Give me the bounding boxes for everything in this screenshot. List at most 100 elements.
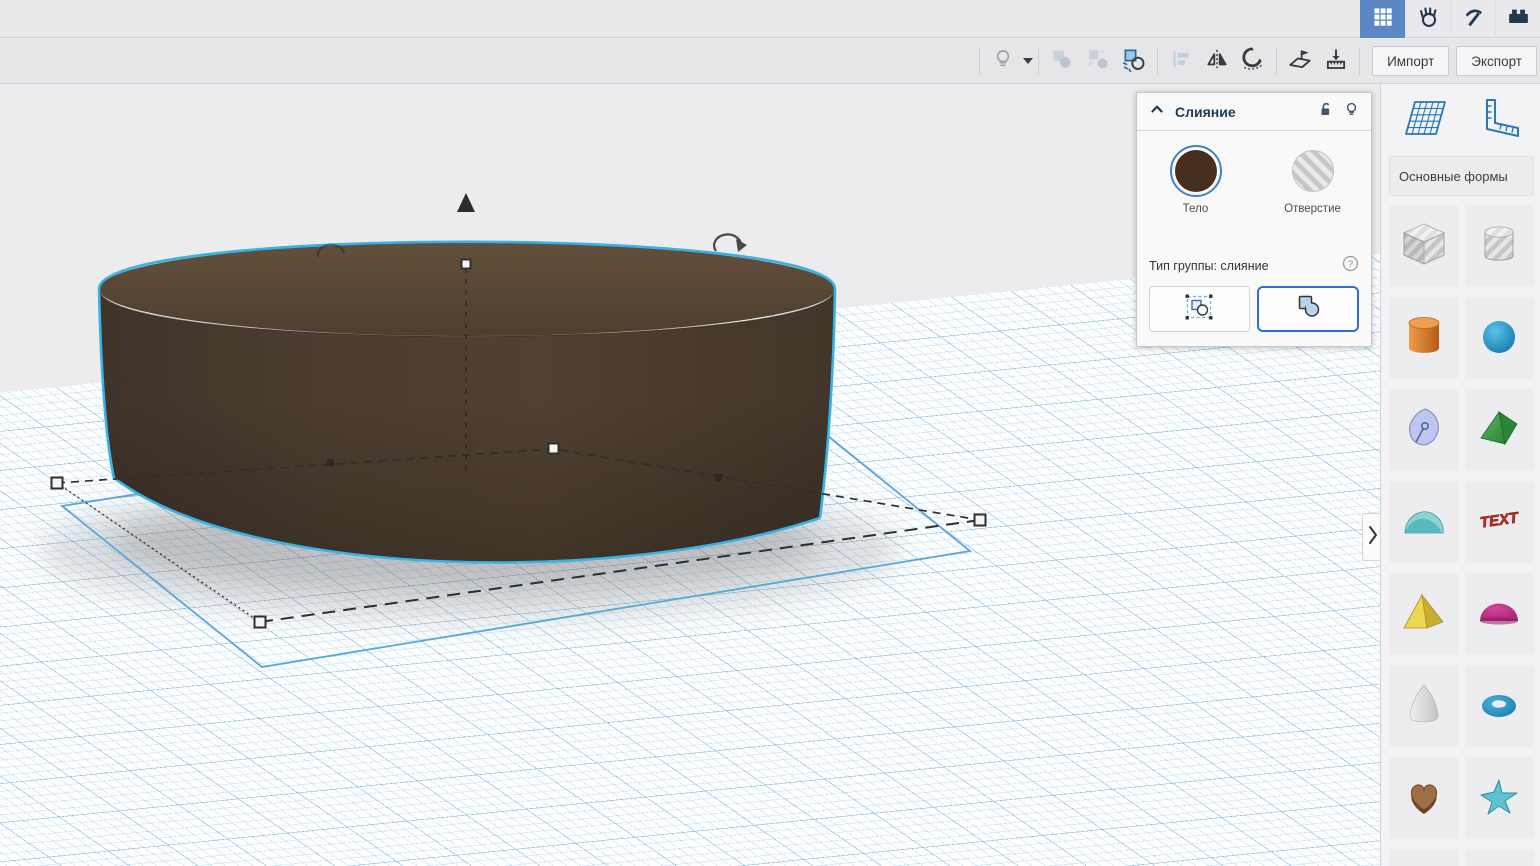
scribble-pen-icon bbox=[1396, 400, 1452, 461]
collapse-chevron-icon[interactable] bbox=[1147, 99, 1167, 124]
swatch-body-label: Тело bbox=[1183, 203, 1209, 215]
shape-cylinder[interactable] bbox=[1389, 297, 1459, 379]
move-up-arrow[interactable] bbox=[457, 193, 475, 212]
align-button[interactable] bbox=[1163, 44, 1199, 78]
swatch-hole-label: Отверстие bbox=[1284, 203, 1341, 215]
shape-cell-partial[interactable] bbox=[1389, 849, 1459, 866]
swatch-hole-ring bbox=[1287, 145, 1339, 197]
editor-mode-group bbox=[1360, 0, 1540, 38]
toolbar-separator bbox=[1038, 47, 1039, 75]
rotate-handle[interactable] bbox=[714, 234, 747, 252]
swatch-body-circle[interactable] bbox=[1175, 150, 1217, 192]
svg-text:?: ? bbox=[1348, 259, 1353, 269]
round-roof-icon bbox=[1396, 492, 1452, 553]
svg-text:TEXT: TEXT bbox=[1479, 509, 1521, 531]
sphere-icon bbox=[1471, 308, 1527, 369]
shape-grid: TEXT bbox=[1389, 205, 1534, 866]
ruler-tool-button[interactable] bbox=[1318, 44, 1354, 78]
shape-scribble[interactable] bbox=[1389, 389, 1459, 471]
snap-button[interactable] bbox=[1235, 44, 1271, 78]
scale-handle-left[interactable] bbox=[52, 478, 63, 489]
scale-handle-right[interactable] bbox=[975, 515, 986, 526]
pyramid-icon bbox=[1396, 584, 1452, 645]
group-type-label: Тип группы: слияние bbox=[1149, 259, 1269, 273]
text-shape-icon: TEXT bbox=[1471, 492, 1527, 553]
visibility-bulb-icon[interactable] bbox=[1342, 100, 1361, 124]
cylinder-icon bbox=[1396, 308, 1452, 369]
shape-paraboloid[interactable] bbox=[1389, 665, 1459, 747]
mode-sim-lab-button[interactable] bbox=[1405, 0, 1450, 38]
paraboloid-icon bbox=[1396, 676, 1452, 737]
swatch-hole-circle[interactable] bbox=[1292, 150, 1334, 192]
shape-text[interactable]: TEXT bbox=[1465, 481, 1535, 563]
swatch-hole: Отверстие bbox=[1254, 145, 1371, 249]
ruler-icon bbox=[1472, 95, 1524, 146]
scale-handle-front[interactable] bbox=[255, 617, 266, 628]
help-icon[interactable]: ? bbox=[1342, 255, 1359, 277]
toolbar: Импорт Экспорт bbox=[0, 39, 1540, 84]
shape-heart[interactable] bbox=[1389, 757, 1459, 839]
torus-icon bbox=[1471, 676, 1527, 737]
flip-button[interactable] bbox=[1199, 44, 1235, 78]
swatch-body: Тело bbox=[1137, 145, 1254, 249]
group-type-option-group[interactable] bbox=[1149, 286, 1250, 332]
material-swatches: Тело Отверстие bbox=[1137, 131, 1371, 249]
group-keep-icon bbox=[1182, 292, 1216, 327]
group-icon bbox=[1050, 47, 1074, 76]
mid-edge-marker-right[interactable] bbox=[715, 474, 722, 481]
group-colors-icon bbox=[1121, 46, 1147, 77]
light-toggle-button[interactable] bbox=[985, 44, 1021, 78]
mode-grid-view-button[interactable] bbox=[1360, 0, 1405, 38]
import-button[interactable]: Импорт bbox=[1372, 46, 1449, 76]
heart-icon bbox=[1396, 768, 1452, 829]
mid-edge-marker-left[interactable] bbox=[327, 459, 334, 466]
group-type-option-merge[interactable] bbox=[1257, 286, 1360, 332]
pickaxe-icon bbox=[1461, 4, 1486, 34]
light-toggle-caret[interactable] bbox=[1023, 58, 1033, 64]
toolbar-separator bbox=[979, 47, 980, 75]
align-icon bbox=[1169, 47, 1193, 76]
workplane-button[interactable] bbox=[1282, 44, 1318, 78]
toolbar-separator bbox=[1276, 47, 1277, 75]
shape-roof[interactable] bbox=[1465, 389, 1535, 471]
grid-view-icon bbox=[1371, 5, 1395, 34]
ruler-tool-sidebar-button[interactable] bbox=[1462, 90, 1535, 150]
lightbulb-icon bbox=[991, 47, 1015, 76]
shape-category-select[interactable]: Основные формы bbox=[1389, 156, 1534, 196]
workplane-tool-button[interactable] bbox=[1389, 90, 1462, 150]
roof-icon bbox=[1471, 400, 1527, 461]
scale-handle-mid-height[interactable] bbox=[549, 444, 559, 454]
panel-title: Слияние bbox=[1175, 104, 1307, 120]
brick-icon bbox=[1506, 4, 1531, 34]
shape-torus[interactable] bbox=[1465, 665, 1535, 747]
ungroup-icon bbox=[1086, 47, 1110, 76]
mode-block-export-button[interactable] bbox=[1450, 0, 1495, 38]
shape-hole-cylinder[interactable] bbox=[1465, 205, 1535, 287]
half-sphere-icon bbox=[1471, 584, 1527, 645]
top-bar bbox=[0, 0, 1540, 38]
scale-handle-top[interactable] bbox=[462, 260, 471, 269]
star-icon bbox=[1471, 768, 1527, 829]
magnet-icon bbox=[1240, 46, 1266, 77]
mode-brick-export-button[interactable] bbox=[1495, 0, 1540, 38]
shape-star[interactable] bbox=[1465, 757, 1535, 839]
export-button[interactable]: Экспорт bbox=[1456, 46, 1537, 76]
shape-round-roof[interactable] bbox=[1389, 481, 1459, 563]
sidebar-tools bbox=[1389, 90, 1534, 150]
shape-hole-box[interactable] bbox=[1389, 205, 1459, 287]
ruler-drop-icon bbox=[1323, 46, 1349, 77]
group-button[interactable] bbox=[1044, 44, 1080, 78]
shape-half-sphere[interactable] bbox=[1465, 573, 1535, 655]
cylinder-top-face bbox=[99, 242, 835, 336]
shape-cell-partial[interactable] bbox=[1465, 849, 1535, 866]
toolbar-separator bbox=[1359, 47, 1360, 75]
unlock-icon[interactable] bbox=[1315, 100, 1334, 124]
shape-sphere[interactable] bbox=[1465, 297, 1535, 379]
shape-pyramid[interactable] bbox=[1389, 573, 1459, 655]
model-cylinder[interactable] bbox=[99, 242, 835, 563]
chevron-right-icon bbox=[1366, 524, 1380, 551]
properties-panel: Слияние Тело Отверстие bbox=[1136, 92, 1372, 347]
hand-icon bbox=[1416, 4, 1441, 34]
group-colors-button[interactable] bbox=[1116, 44, 1152, 78]
ungroup-button[interactable] bbox=[1080, 44, 1116, 78]
